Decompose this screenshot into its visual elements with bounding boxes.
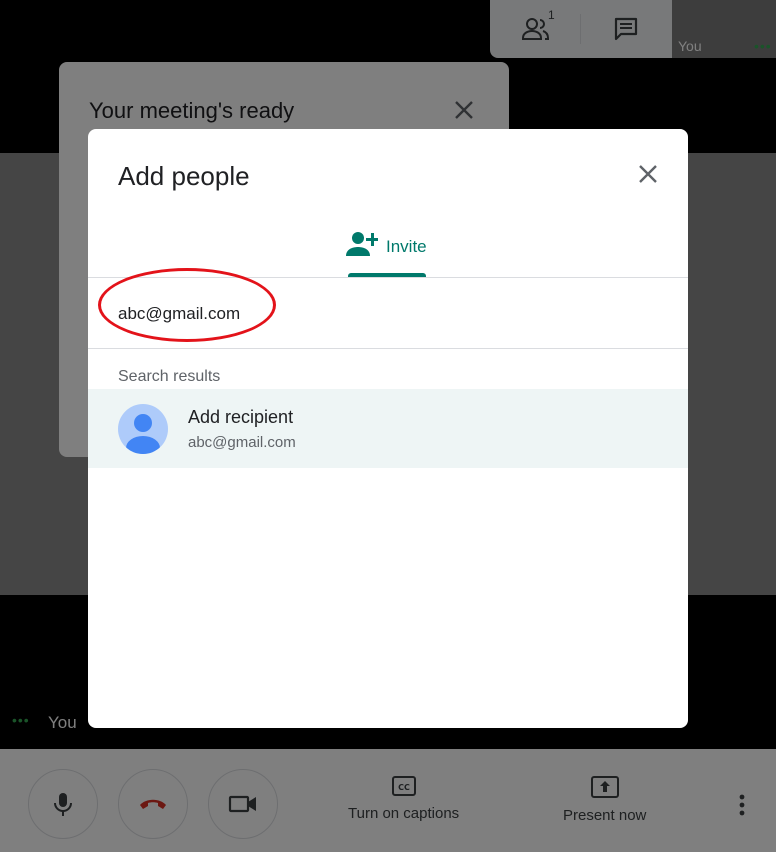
recipient-name: Add recipient [188,407,294,427]
add-recipient-row[interactable]: Add recipient abc@gmail.com [88,389,688,468]
invite-search-input[interactable] [118,301,638,327]
divider [88,348,688,349]
avatar [118,404,168,454]
person-add-icon [346,232,378,256]
dialog-title: Add people [118,161,250,191]
tab-invite-label: Invite [386,237,427,256]
close-icon[interactable] [636,162,660,186]
divider [88,277,688,278]
add-people-dialog: Add people Invite Search results Add rec… [88,129,688,728]
recipient-email: abc@gmail.com [188,434,296,451]
search-results-label: Search results [118,368,221,385]
tab-invite[interactable]: Invite [346,229,427,277]
person-avatar-icon [126,414,160,454]
